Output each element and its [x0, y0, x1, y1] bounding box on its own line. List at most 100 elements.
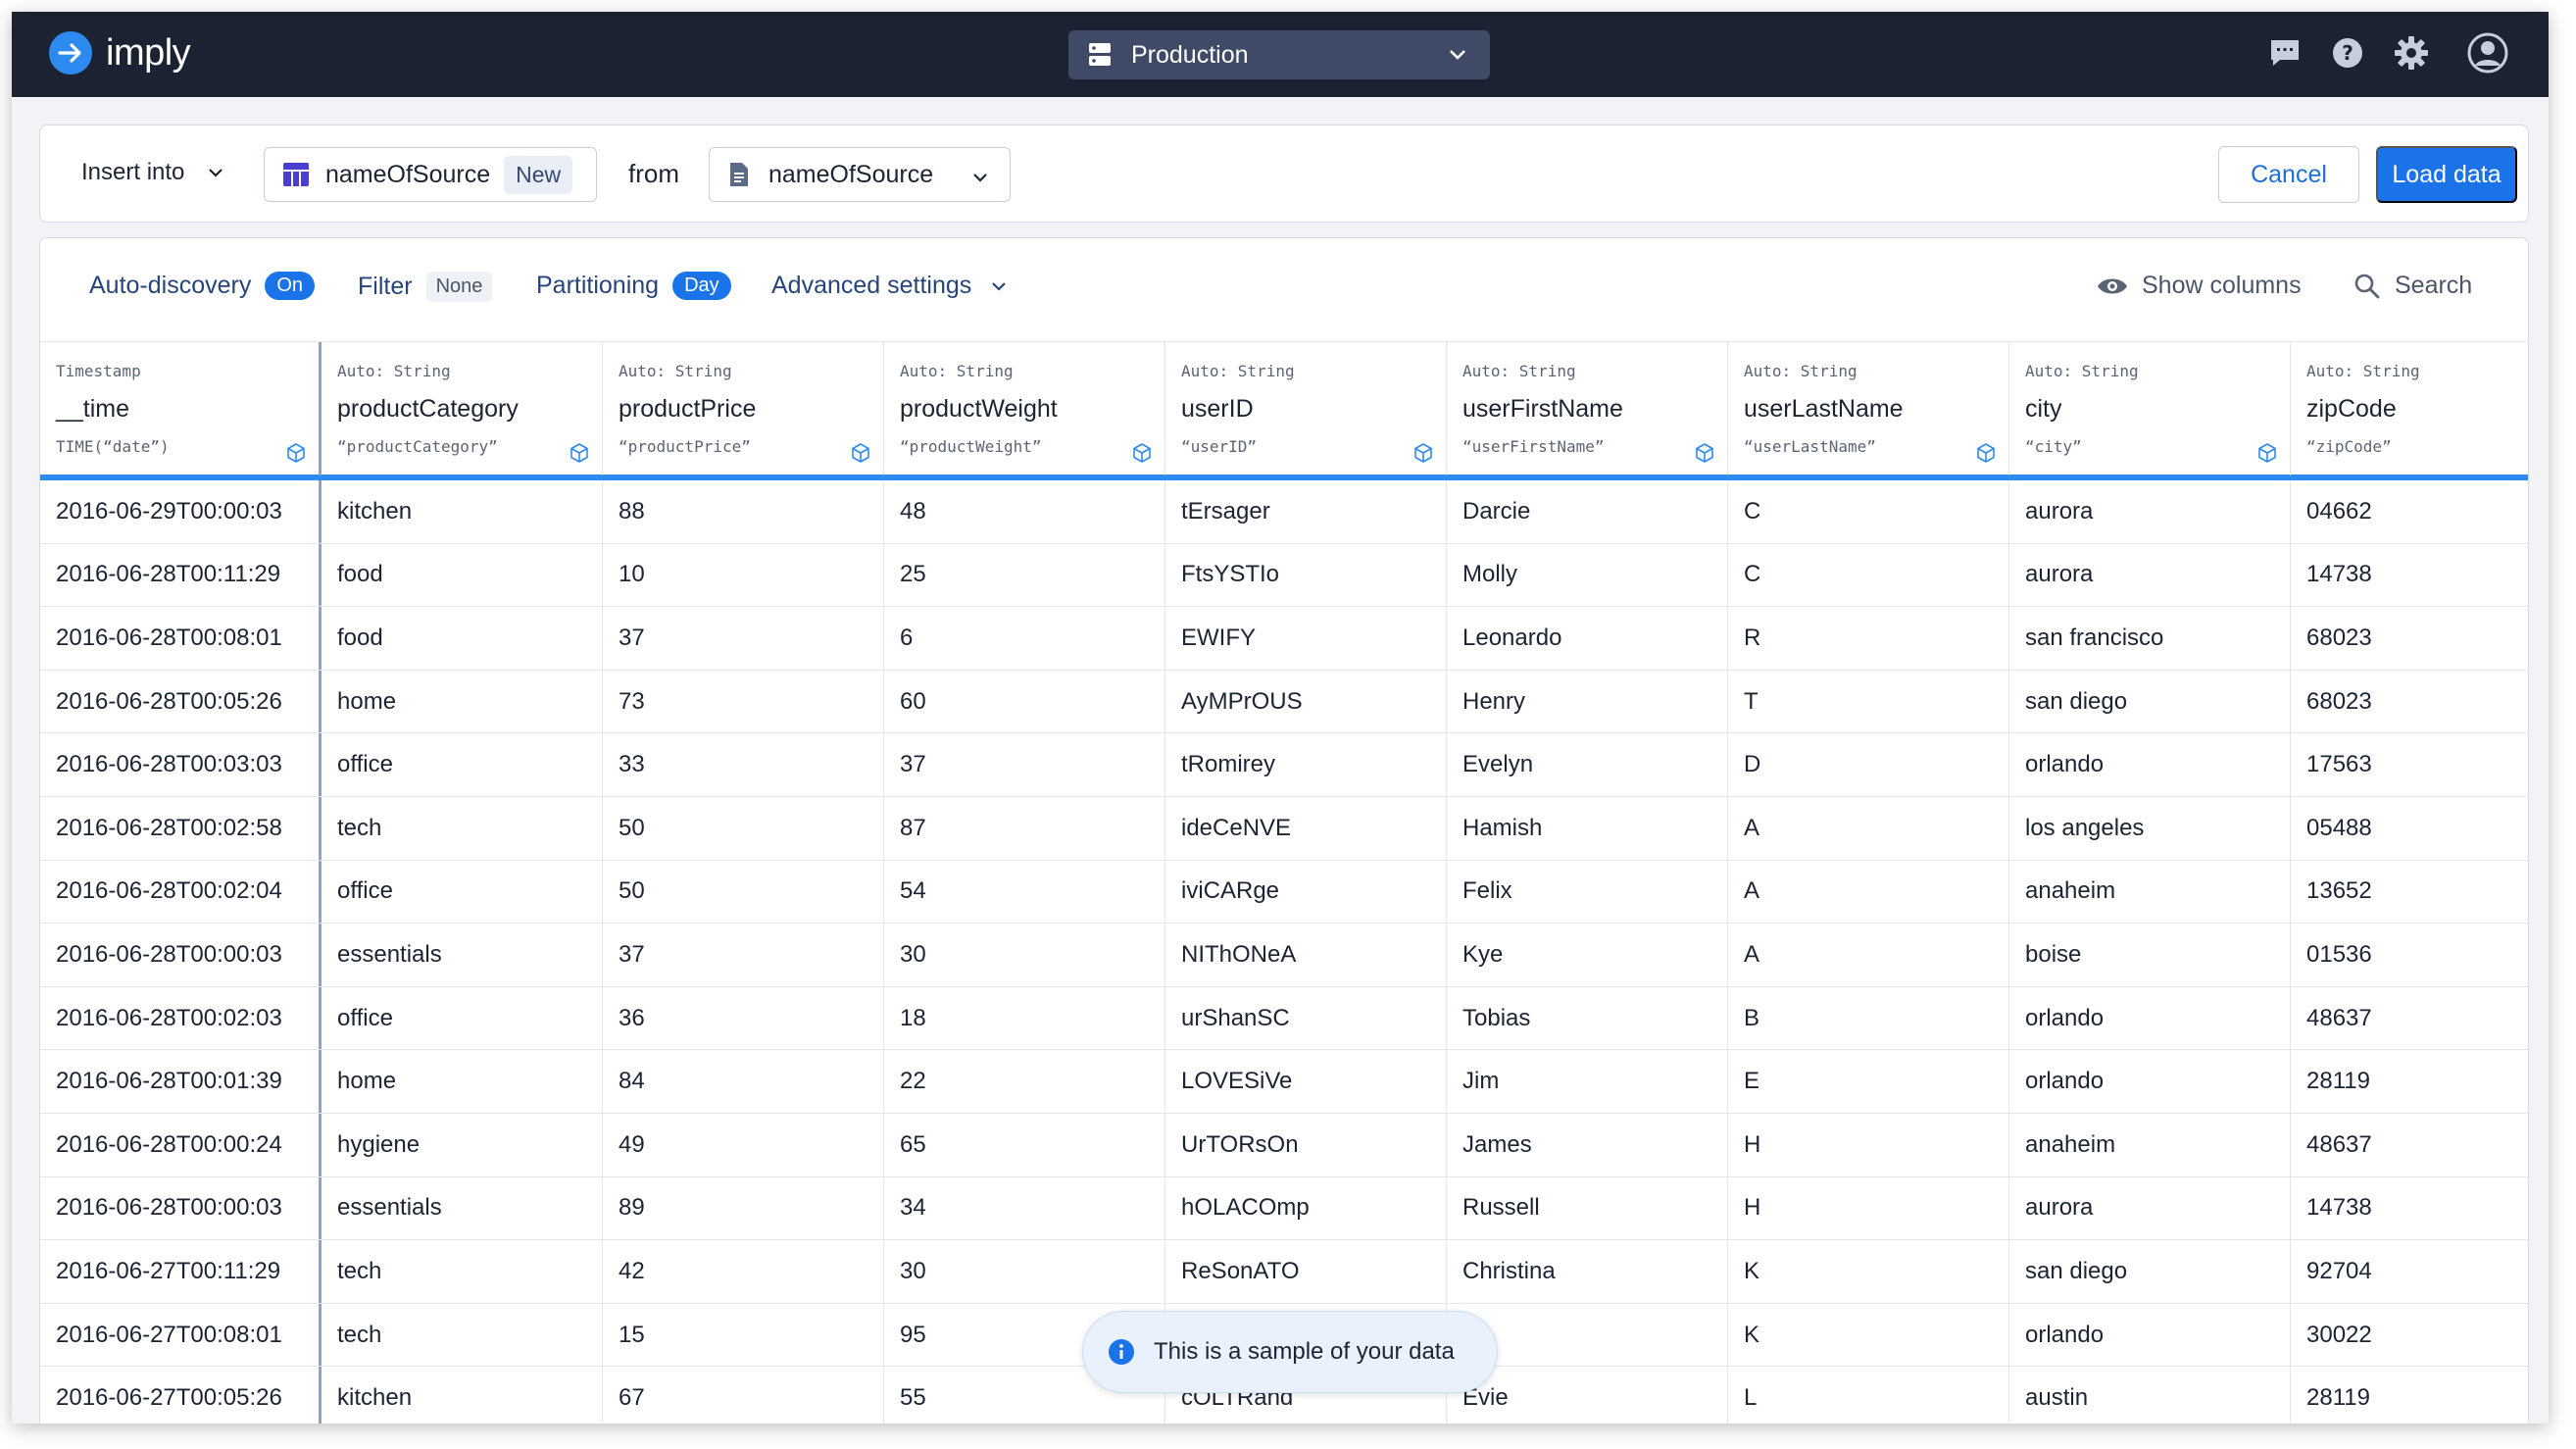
advanced-settings-dropdown[interactable]: Advanced settings [771, 272, 1009, 300]
cube-icon[interactable] [285, 442, 307, 469]
table-cell[interactable]: 10 [603, 543, 884, 607]
user-account-icon[interactable] [2466, 31, 2509, 75]
table-cell[interactable]: orlando [2009, 986, 2291, 1050]
cube-icon[interactable] [1131, 442, 1153, 469]
table-cell[interactable]: 37 [603, 607, 884, 670]
table-cell[interactable]: EWIFY [1165, 607, 1447, 670]
target-table-field[interactable]: nameOfSource New [264, 147, 597, 202]
table-cell[interactable]: 84 [603, 1050, 884, 1113]
table-cell[interactable]: Evelyn [1447, 733, 1728, 796]
table-cell[interactable]: 89 [603, 1176, 884, 1240]
cube-icon[interactable] [850, 442, 871, 469]
table-cell[interactable]: office [322, 860, 603, 924]
table-cell[interactable]: aurora [2009, 1176, 2291, 1240]
table-cell[interactable]: 2016-06-27T00:08:01 [40, 1303, 322, 1367]
column-header-3[interactable]: Auto: String productWeight “productWeight” [884, 342, 1165, 475]
show-columns-button[interactable]: Show columns [2097, 272, 2302, 300]
table-cell[interactable]: boise [2009, 924, 2291, 986]
table-cell[interactable]: Felix [1447, 860, 1728, 924]
table-cell[interactable]: essentials [322, 1176, 603, 1240]
table-cell[interactable]: D [1728, 733, 2009, 796]
table-cell[interactable]: 2016-06-29T00:00:03 [40, 480, 322, 543]
table-cell[interactable]: Hamish [1447, 796, 1728, 860]
table-cell[interactable]: Kye [1447, 924, 1728, 986]
table-cell[interactable]: 30022 [2291, 1304, 2528, 1367]
gear-icon[interactable] [2394, 35, 2429, 71]
table-cell[interactable]: 30 [884, 1240, 1165, 1303]
cube-icon[interactable] [1694, 442, 1715, 469]
filter-control[interactable]: Filter None [358, 272, 493, 302]
table-cell[interactable]: 49 [603, 1113, 884, 1176]
table-cell[interactable]: 2016-06-28T00:00:24 [40, 1113, 322, 1176]
table-cell[interactable]: H [1728, 1113, 2009, 1176]
table-cell[interactable]: 68023 [2291, 607, 2528, 670]
table-cell[interactable]: 37 [884, 733, 1165, 796]
table-cell[interactable]: kitchen [322, 1367, 603, 1424]
table-cell[interactable]: K [1728, 1240, 2009, 1303]
table-cell[interactable]: urShanSC [1165, 986, 1447, 1050]
column-header-6[interactable]: Auto: String userLastName “userLastName” [1728, 342, 2009, 475]
table-cell[interactable]: 2016-06-28T00:03:03 [40, 733, 322, 796]
table-cell[interactable]: L [1728, 1367, 2009, 1424]
cube-icon[interactable] [1975, 442, 1997, 469]
table-cell[interactable]: Darcie [1447, 480, 1728, 543]
environment-select[interactable]: Production [1068, 30, 1490, 79]
table-cell[interactable]: aurora [2009, 543, 2291, 607]
table-cell[interactable]: 15 [603, 1303, 884, 1367]
column-header-4[interactable]: Auto: String userID “userID” [1165, 342, 1447, 475]
table-cell[interactable]: hygiene [322, 1113, 603, 1176]
table-cell[interactable]: C [1728, 480, 2009, 543]
table-cell[interactable]: 68023 [2291, 671, 2528, 733]
table-cell[interactable]: 54 [884, 860, 1165, 924]
table-cell[interactable]: 37 [603, 924, 884, 986]
table-cell[interactable]: los angeles [2009, 796, 2291, 860]
table-cell[interactable]: aurora [2009, 480, 2291, 543]
table-cell[interactable]: 18 [884, 986, 1165, 1050]
table-cell[interactable]: 60 [884, 670, 1165, 733]
table-cell[interactable]: food [322, 543, 603, 607]
load-data-button[interactable]: Load data [2376, 146, 2517, 203]
table-cell[interactable]: 2016-06-28T00:00:03 [40, 1176, 322, 1240]
table-cell[interactable]: san diego [2009, 670, 2291, 733]
table-cell[interactable]: 73 [603, 670, 884, 733]
column-header-1[interactable]: Auto: String productCategory “productCateg… [322, 342, 603, 475]
chat-icon[interactable] [2268, 37, 2302, 69]
cube-icon[interactable] [569, 442, 590, 469]
table-cell[interactable]: A [1728, 796, 2009, 860]
table-cell[interactable]: anaheim [2009, 860, 2291, 924]
table-cell[interactable]: NIThONeA [1165, 924, 1447, 986]
table-cell[interactable]: 2016-06-27T00:11:29 [40, 1240, 322, 1303]
cube-icon[interactable] [2256, 442, 2278, 469]
table-cell[interactable]: hOLACOmp [1165, 1176, 1447, 1240]
table-cell[interactable]: essentials [322, 924, 603, 986]
table-cell[interactable]: 17563 [2291, 733, 2528, 796]
column-header-8[interactable]: Auto: String zipCode “zipCode” [2291, 342, 2528, 475]
table-cell[interactable]: 92704 [2291, 1240, 2528, 1303]
table-cell[interactable]: Leonardo [1447, 607, 1728, 670]
table-cell[interactable]: tech [322, 796, 603, 860]
table-cell[interactable]: 2016-06-27T00:05:26 [40, 1367, 322, 1424]
table-cell[interactable]: T [1728, 670, 2009, 733]
table-cell[interactable]: office [322, 733, 603, 796]
table-cell[interactable]: James [1447, 1113, 1728, 1176]
table-cell[interactable]: home [322, 670, 603, 733]
table-cell[interactable]: anaheim [2009, 1113, 2291, 1176]
table-cell[interactable]: B [1728, 986, 2009, 1050]
table-cell[interactable]: 14738 [2291, 1177, 2528, 1240]
auto-discovery-toggle[interactable]: Auto-discovery On [89, 272, 316, 300]
table-cell[interactable]: office [322, 986, 603, 1050]
table-cell[interactable]: 34 [884, 1176, 1165, 1240]
table-cell[interactable]: 48637 [2291, 1114, 2528, 1176]
table-cell[interactable]: 05488 [2291, 797, 2528, 860]
table-cell[interactable]: K [1728, 1303, 2009, 1367]
table-cell[interactable]: Molly [1447, 543, 1728, 607]
table-cell[interactable]: C [1728, 543, 2009, 607]
table-cell[interactable]: san francisco [2009, 607, 2291, 670]
table-cell[interactable]: Christina [1447, 1240, 1728, 1303]
table-cell[interactable]: 2016-06-28T00:02:58 [40, 796, 322, 860]
table-cell[interactable]: E [1728, 1050, 2009, 1113]
column-header-0[interactable]: Timestamp __time TIME(“date”) [40, 342, 322, 475]
table-cell[interactable]: 04662 [2291, 480, 2528, 543]
table-cell[interactable]: austin [2009, 1367, 2291, 1424]
table-cell[interactable]: kitchen [322, 480, 603, 543]
